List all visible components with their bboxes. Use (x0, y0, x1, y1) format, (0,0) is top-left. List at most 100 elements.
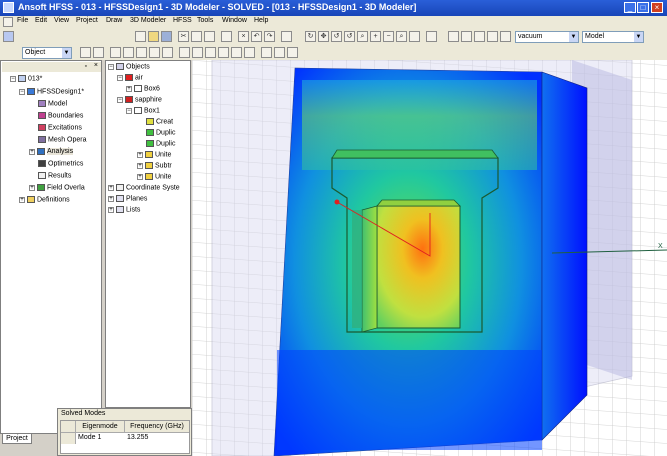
tree-lists[interactable]: + Lists (108, 206, 140, 213)
tree-air[interactable]: − air (117, 74, 143, 81)
3d-modeler-viewport[interactable]: X (192, 60, 667, 456)
maximize-button[interactable]: □ (637, 2, 649, 13)
measure-icon[interactable] (500, 31, 511, 42)
tree-boundaries[interactable]: Boundaries (38, 112, 83, 119)
tree-box6[interactable]: + Box6 (126, 85, 160, 92)
polyhedron-icon[interactable] (244, 47, 255, 58)
cylinder-icon[interactable] (192, 47, 203, 58)
tree-duplicate-1[interactable]: Duplic (146, 129, 175, 136)
expand-icon[interactable]: + (137, 151, 143, 158)
tree-duplicate-2[interactable]: Duplic (146, 140, 175, 147)
document-icon[interactable] (3, 17, 13, 27)
box-icon[interactable] (179, 47, 190, 58)
cut-icon[interactable]: ✂ (178, 31, 189, 42)
torus-icon[interactable] (218, 47, 229, 58)
helix-icon[interactable] (231, 47, 242, 58)
select-combo[interactable]: Object ▼ (22, 47, 72, 59)
chevron-down-icon[interactable]: ▼ (569, 32, 578, 42)
tree-create[interactable]: Creat (146, 118, 173, 125)
expand-icon[interactable]: + (108, 206, 114, 213)
open-icon[interactable] (148, 31, 159, 42)
menu-file[interactable]: File (17, 17, 28, 24)
line-icon[interactable] (110, 47, 121, 58)
expand-icon[interactable]: + (126, 85, 132, 92)
chevron-down-icon[interactable]: ▼ (62, 48, 71, 58)
mode-combo[interactable]: Model ▼ (582, 31, 644, 43)
grid-icon[interactable] (487, 31, 498, 42)
zoom-fit-icon[interactable]: ⌕ (396, 31, 407, 42)
tree-mesh-operations[interactable]: Mesh Opera (38, 136, 87, 143)
zoom-in-icon[interactable]: + (370, 31, 381, 42)
subtract-icon[interactable] (274, 47, 285, 58)
collapse-icon[interactable]: − (10, 75, 16, 82)
zoom-out-icon[interactable]: − (383, 31, 394, 42)
new-icon[interactable] (135, 31, 146, 42)
sphere-icon[interactable] (205, 47, 216, 58)
circle-icon[interactable] (162, 47, 173, 58)
menu-tools[interactable]: Tools (197, 17, 213, 24)
minimize-icon[interactable]: ▫ (85, 63, 87, 70)
expand-icon[interactable]: + (29, 184, 35, 191)
expand-icon[interactable]: + (19, 196, 25, 203)
hfss-logo-icon[interactable] (3, 31, 14, 42)
column-header-eigenmode[interactable]: Eigenmode (76, 421, 125, 433)
print-icon[interactable] (221, 31, 232, 42)
column-header-frequency[interactable]: Frequency (GHz) (125, 421, 189, 433)
collapse-icon[interactable]: − (126, 107, 132, 114)
tree-analysis[interactable]: + Analysis (29, 148, 74, 156)
tree-coordinate-systems[interactable]: + Coordinate Syste (108, 184, 180, 191)
tree-excitations[interactable]: Excitations (38, 124, 82, 131)
menu-window[interactable]: Window (222, 17, 247, 24)
tree-planes[interactable]: + Planes (108, 195, 147, 202)
rotate-icon[interactable]: ↻ (305, 31, 316, 42)
delete-icon[interactable]: × (238, 31, 249, 42)
material-combo[interactable]: vacuum ▼ (515, 31, 579, 43)
paste-icon[interactable] (204, 31, 215, 42)
menu-hfss[interactable]: HFSS (173, 17, 192, 24)
tab-project[interactable]: Project (2, 433, 32, 444)
tree-definitions[interactable]: + Definitions (19, 196, 70, 203)
fit-selection-icon[interactable] (426, 31, 437, 42)
save-icon[interactable] (161, 31, 172, 42)
arc-icon[interactable] (136, 47, 147, 58)
tree-design[interactable]: − HFSSDesign1* (19, 88, 84, 95)
menu-3d-modeler[interactable]: 3D Modeler (130, 17, 166, 24)
close-icon[interactable]: × (94, 62, 98, 69)
pan-icon[interactable]: ✥ (318, 31, 329, 42)
tree-unite-2[interactable]: + Unite (137, 173, 171, 180)
rotate-z-icon[interactable]: ↺ (331, 31, 342, 42)
menu-help[interactable]: Help (254, 17, 268, 24)
select-edge-icon[interactable] (93, 47, 104, 58)
copy-icon[interactable] (191, 31, 202, 42)
undo-icon[interactable]: ↶ (251, 31, 262, 42)
redo-icon[interactable]: ↷ (264, 31, 275, 42)
expand-icon[interactable]: + (137, 173, 143, 180)
menu-draw[interactable]: Draw (106, 17, 122, 24)
rectangle-icon[interactable] (149, 47, 160, 58)
menu-view[interactable]: View (54, 17, 69, 24)
menu-project[interactable]: Project (76, 17, 98, 24)
intersect-icon[interactable] (287, 47, 298, 58)
expand-icon[interactable]: + (108, 195, 114, 202)
tree-field-overlays[interactable]: + Field Overla (29, 184, 85, 191)
tree-results[interactable]: Results (38, 172, 71, 179)
fit-all-icon[interactable] (409, 31, 420, 42)
tree-box1[interactable]: − Box1 (126, 107, 160, 114)
chevron-down-icon[interactable]: ▼ (634, 32, 643, 42)
close-button[interactable]: × (651, 2, 663, 13)
menu-edit[interactable]: Edit (35, 17, 47, 24)
probe-point[interactable] (334, 199, 340, 205)
properties-icon[interactable] (281, 31, 292, 42)
align-icon[interactable] (448, 31, 459, 42)
select-face-icon[interactable] (80, 47, 91, 58)
snap-icon[interactable] (474, 31, 485, 42)
tree-optimetrics[interactable]: Optimetrics (38, 160, 83, 167)
unite-icon[interactable] (261, 47, 272, 58)
collapse-icon[interactable]: − (117, 74, 123, 81)
expand-icon[interactable]: + (108, 184, 114, 191)
tree-subtract[interactable]: + Subtr (137, 162, 172, 169)
spline-icon[interactable] (123, 47, 134, 58)
tree-objects[interactable]: − Objects (108, 63, 150, 70)
tree-project[interactable]: − 013* (10, 75, 42, 82)
dynamic-zoom-icon[interactable]: ⌕ (357, 31, 368, 42)
